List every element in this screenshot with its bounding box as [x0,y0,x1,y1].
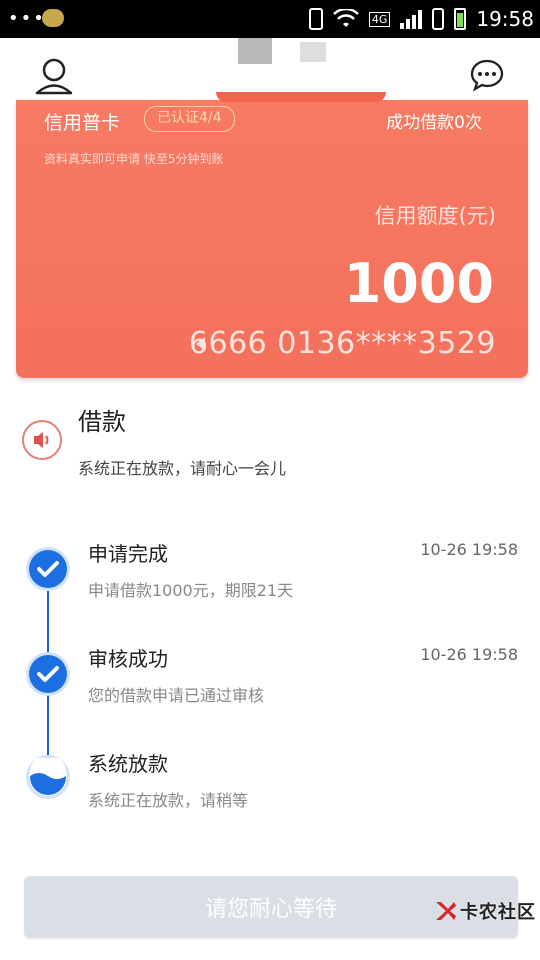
user-profile-icon[interactable] [34,56,74,96]
card-top-strip [216,92,386,102]
signal-icon [400,9,423,29]
battery-icon [454,8,467,30]
watermark-logo-icon [436,902,456,920]
watermark: 卡农社区 [432,898,536,924]
step-complete-check-icon [29,655,67,693]
step-time: 10-26 19:58 [420,540,518,559]
watermark-text: 卡农社区 [460,902,536,923]
loan-title: 借款 [78,408,126,436]
step-description: 申请借款1000元，期限21天 [88,581,294,600]
credit-limit-amount: 1000 [343,252,494,315]
notification-chat-icon [42,9,64,27]
credit-card[interactable]: 信用普卡 已认证4/4 成功借款0次 资料真实即可申请 快至5分钟到账 信用额度… [16,92,528,378]
success-loan-count: 成功借款0次 [386,113,482,133]
blurred-area [300,42,326,62]
network-type-label: 4G [368,11,391,27]
step-progress-icon [29,754,67,796]
step-description: 您的借款申请已通过审核 [88,686,265,705]
message-icon[interactable] [470,58,504,92]
status-bar: ••• 4G 19:58 [0,0,540,38]
card-number: 6666 0136****3529 [188,326,496,361]
speaker-icon [22,420,62,460]
step-time: 10-26 19:58 [420,645,518,664]
step-title: 申请完成 [88,542,168,566]
step-title: 审核成功 [88,647,168,671]
blurred-area [238,38,272,64]
card-subtitle: 资料真实即可申请 快至5分钟到账 [44,152,224,166]
verified-badge: 已认证4/4 [144,106,235,132]
sim-icon [432,8,445,30]
status-time: 19:58 [476,7,534,31]
loan-description: 系统正在放款，请耐心一会儿 [78,459,287,478]
wifi-icon [332,9,359,27]
step-complete-check-icon [29,550,67,588]
step-title: 系统放款 [88,752,168,776]
credit-limit-label: 信用额度(元) [374,204,496,228]
vibrate-icon [308,8,323,30]
card-type: 信用普卡 [44,112,121,134]
status-icons: 4G 19:58 [308,6,534,32]
more-dots-icon: ••• [8,8,46,29]
step-description: 系统正在放款，请稍等 [88,791,249,810]
